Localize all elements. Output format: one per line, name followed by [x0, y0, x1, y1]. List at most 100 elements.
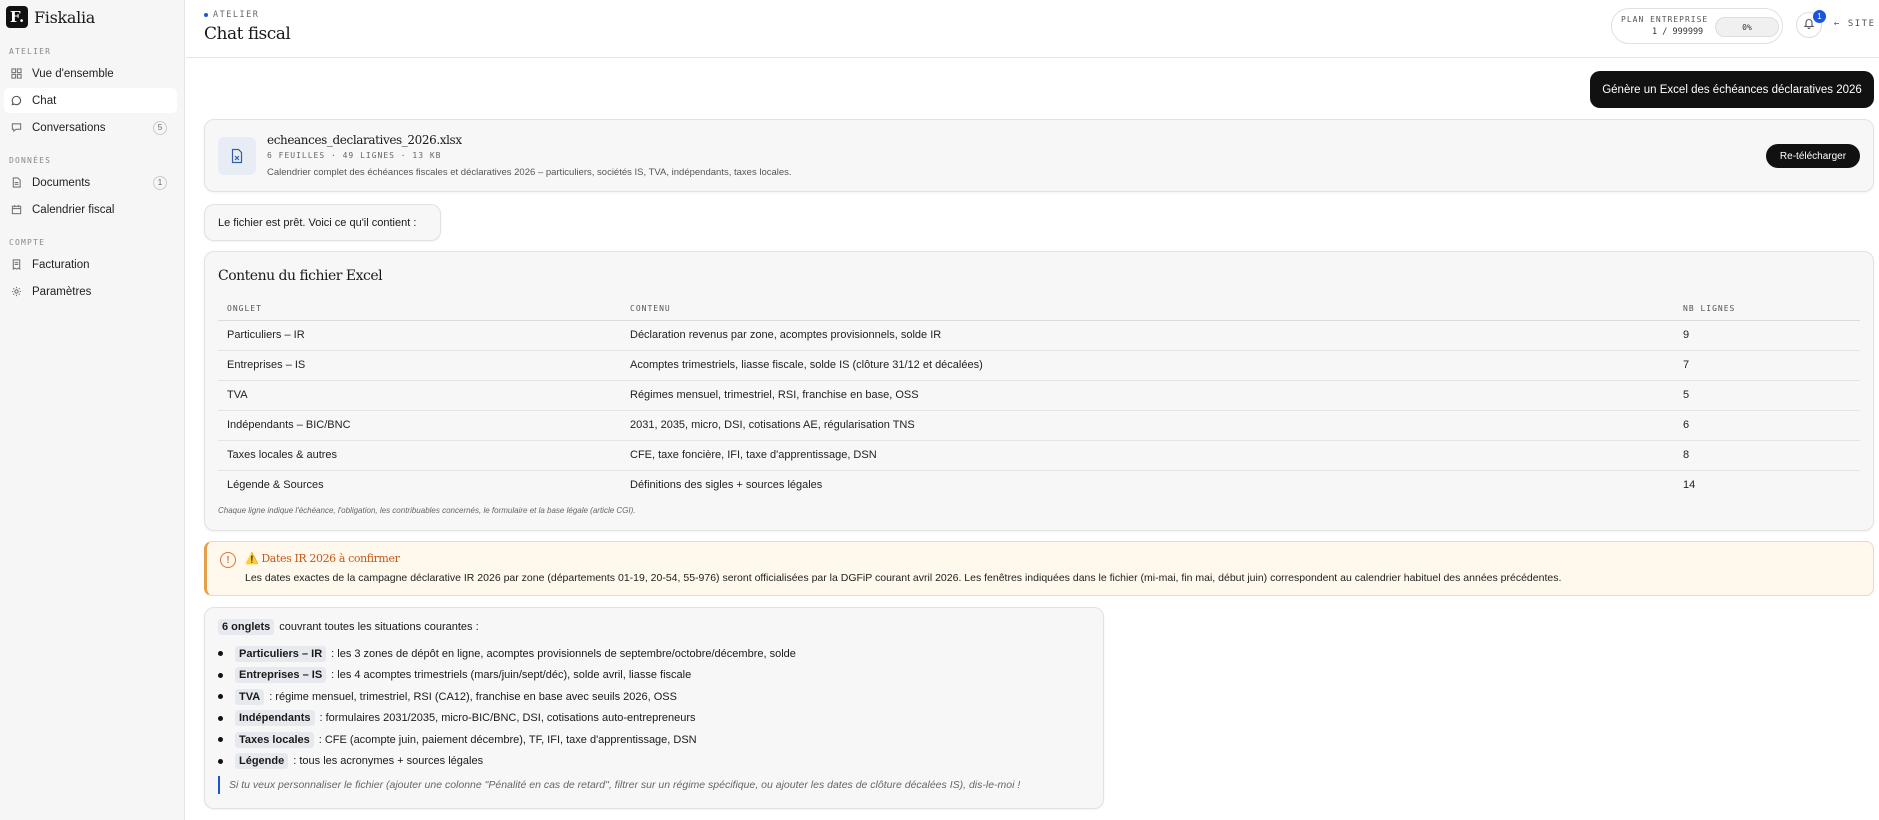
plan-progress-percent: 0% [1742, 23, 1752, 32]
cell-onglet: TVA [218, 380, 621, 411]
summary-intro-chip: 6 onglets [218, 619, 275, 635]
item-text: : les 3 zones de dépôt en ligne, acompte… [331, 647, 796, 660]
breadcrumb-label: ATELIER [213, 10, 260, 20]
bullet [218, 715, 223, 721]
cell-contenu: Déclaration revenus par zone, acomptes p… [621, 320, 1674, 351]
gear-icon [10, 286, 22, 298]
sidebar-item-label: Calendrier fiscal [32, 203, 115, 216]
cell-nb-lignes: 9 [1674, 320, 1860, 351]
back-to-site-link[interactable]: ← SITE [1834, 19, 1876, 29]
sidebar-item-billing[interactable]: Facturation [4, 252, 177, 277]
top-header: ATELIER Chat fiscal PLAN ENTREPRISE 1 / … [186, 0, 1879, 58]
documents-count-badge: 1 [153, 175, 167, 190]
item-text: : tous les acronymes + sources légales [293, 755, 484, 768]
section-label-atelier: ATELIER [9, 47, 52, 56]
cell-contenu: Définitions des sigles + sources légales [630, 479, 823, 492]
warning-title: ⚠️ Dates IR 2026 à confirmer [245, 552, 400, 565]
bullet [218, 737, 223, 743]
item-text: : les 4 acomptes trimestriels (mars/juin… [331, 669, 692, 682]
table-row: TVA Régimes mensuel, trimestriel, RSI, f… [218, 380, 1860, 411]
page-title: Chat fiscal [204, 24, 291, 44]
file-description: Calendrier complet des échéances fiscale… [267, 167, 792, 178]
brand-logo: F. [6, 6, 28, 28]
file-name: echeances_declaratives_2026.xlsx [267, 133, 462, 147]
conversations-count-badge: 5 [153, 120, 167, 135]
table-header-row: ONGLET CONTENU NB LIGNES [218, 297, 1860, 321]
column-header-contenu: CONTENU [621, 297, 1674, 321]
summary-intro: 6 onglets couvrant toutes les situations… [218, 619, 479, 635]
plan-label: PLAN ENTREPRISE [1621, 15, 1709, 24]
sidebar: F. Fiskalia ATELIER Vue d'ensemble Chat … [0, 0, 185, 820]
summary-followup-quote: Si tu veux personnaliser le fichier (ajo… [218, 776, 1020, 794]
bullet [218, 672, 223, 678]
item-chip: Entreprises – IS [235, 667, 327, 684]
redownload-button[interactable]: Re-télécharger [1766, 144, 1860, 168]
file-meta: 6 FEUILLES · 49 LIGNES · 13 KB [267, 151, 442, 160]
file-icon [10, 177, 22, 189]
excel-contents-card: Contenu du fichier Excel ONGLET CONTENU … [204, 251, 1874, 531]
sidebar-item-overview[interactable]: Vue d'ensemble [4, 61, 177, 86]
sidebar-item-label: Chat [32, 94, 57, 107]
cell-nb-lignes: 7 [1674, 350, 1860, 381]
list-item: Légende : tous les acronymes + sources lé… [218, 751, 796, 773]
chat-icon [10, 95, 22, 107]
summary-intro-text: couvrant toutes les situations courantes… [279, 621, 479, 633]
cell-onglet: Entreprises – IS [218, 350, 621, 381]
section-label-donnees: DONNÉES [9, 156, 52, 165]
sidebar-item-documents[interactable]: Documents 1 [4, 170, 177, 195]
bullet [218, 651, 223, 657]
cell-contenu: Régimes mensuel, trimestriel, RSI, franc… [621, 380, 1674, 411]
bullet [218, 758, 223, 764]
user-message-bubble: Génère un Excel des échéances déclarativ… [1590, 71, 1874, 108]
cell-nb-lignes: 14 [1683, 479, 1696, 492]
brand[interactable]: F. Fiskalia [0, 0, 184, 34]
table-row: Entreprises – IS Acomptes trimestriels, … [218, 350, 1860, 381]
breadcrumb-dot [204, 13, 208, 17]
column-header-onglet: ONGLET [218, 297, 621, 321]
warning-callout: ! ⚠️ Dates IR 2026 à confirmer Les dates… [204, 541, 1874, 596]
list-item: Particuliers – IR : les 3 zones de dépôt … [218, 643, 796, 665]
section-label-compte: COMPTE [9, 238, 46, 247]
cell-contenu: CFE, taxe foncière, IFI, taxe d'apprenti… [621, 440, 1674, 471]
list-item: Taxes locales: CFE (acompte juin, paieme… [218, 729, 796, 751]
notifications-badge: 1 [1813, 10, 1826, 23]
cell-onglet: Indépendants – BIC/BNC [218, 410, 621, 441]
cell-nb-lignes: 6 [1674, 410, 1860, 441]
sidebar-item-calendar[interactable]: Calendrier fiscal [4, 197, 177, 222]
cell-onglet: Particuliers – IR [218, 320, 621, 351]
item-text: : formulaires 2031/2035, micro-BIC/BNC, … [319, 712, 696, 725]
breadcrumb: ATELIER [204, 10, 259, 20]
table-row: Indépendants – BIC/BNC 2031, 2035, micro… [218, 410, 1860, 441]
table-row: Taxes locales & autres CFE, taxe foncièr… [218, 440, 1860, 471]
cell-nb-lignes: 8 [1674, 440, 1860, 471]
sidebar-item-label: Facturation [32, 258, 90, 271]
brand-name: Fiskalia [34, 7, 96, 27]
receipt-icon [10, 259, 22, 271]
sidebar-item-settings[interactable]: Paramètres [4, 279, 177, 304]
sidebar-item-conversations[interactable]: Conversations 5 [4, 115, 177, 140]
plan-usage-count: 1 / 999999 [1652, 27, 1704, 37]
list-item: TVA: régime mensuel, trimestriel, RSI (C… [218, 686, 796, 708]
grid-icon [10, 68, 22, 80]
plan-usage-widget[interactable]: PLAN ENTREPRISE 1 / 999999 0% [1611, 8, 1783, 44]
item-chip: Légende [235, 753, 289, 770]
table-row: Légende & Sources Définitions des sigles… [218, 470, 1860, 500]
warning-text: Les dates exactes de la campagne déclara… [245, 572, 1562, 584]
message-square-icon [10, 122, 22, 134]
sidebar-item-chat[interactable]: Chat [4, 88, 177, 113]
summary-message: 6 onglets couvrant toutes les situations… [204, 607, 1104, 809]
sidebar-item-label: Documents [32, 176, 91, 189]
cell-nb-lignes: 5 [1674, 380, 1860, 411]
file-attachment-card: echeances_declaratives_2026.xlsx 6 FEUIL… [204, 119, 1874, 192]
calendar-icon [10, 204, 22, 216]
item-text: : régime mensuel, trimestriel, RSI (CA12… [269, 690, 677, 703]
notifications-button[interactable]: 1 [1796, 10, 1826, 38]
cell-contenu: 2031, 2035, micro, DSI, cotisations AE, … [621, 410, 1674, 441]
contents-table: ONGLET CONTENU NB LIGNES Particuliers – … [218, 297, 1860, 500]
summary-list: Particuliers – IR : les 3 zones de dépôt … [218, 643, 796, 772]
item-chip: Particuliers – IR [235, 645, 327, 662]
list-item: Indépendants : formulaires 2031/2035, mic… [218, 708, 796, 730]
column-header-nb-lignes: NB LIGNES [1674, 297, 1860, 321]
list-item: Entreprises – IS : les 4 acomptes trimest… [218, 665, 796, 687]
item-chip: Indépendants [235, 710, 315, 727]
